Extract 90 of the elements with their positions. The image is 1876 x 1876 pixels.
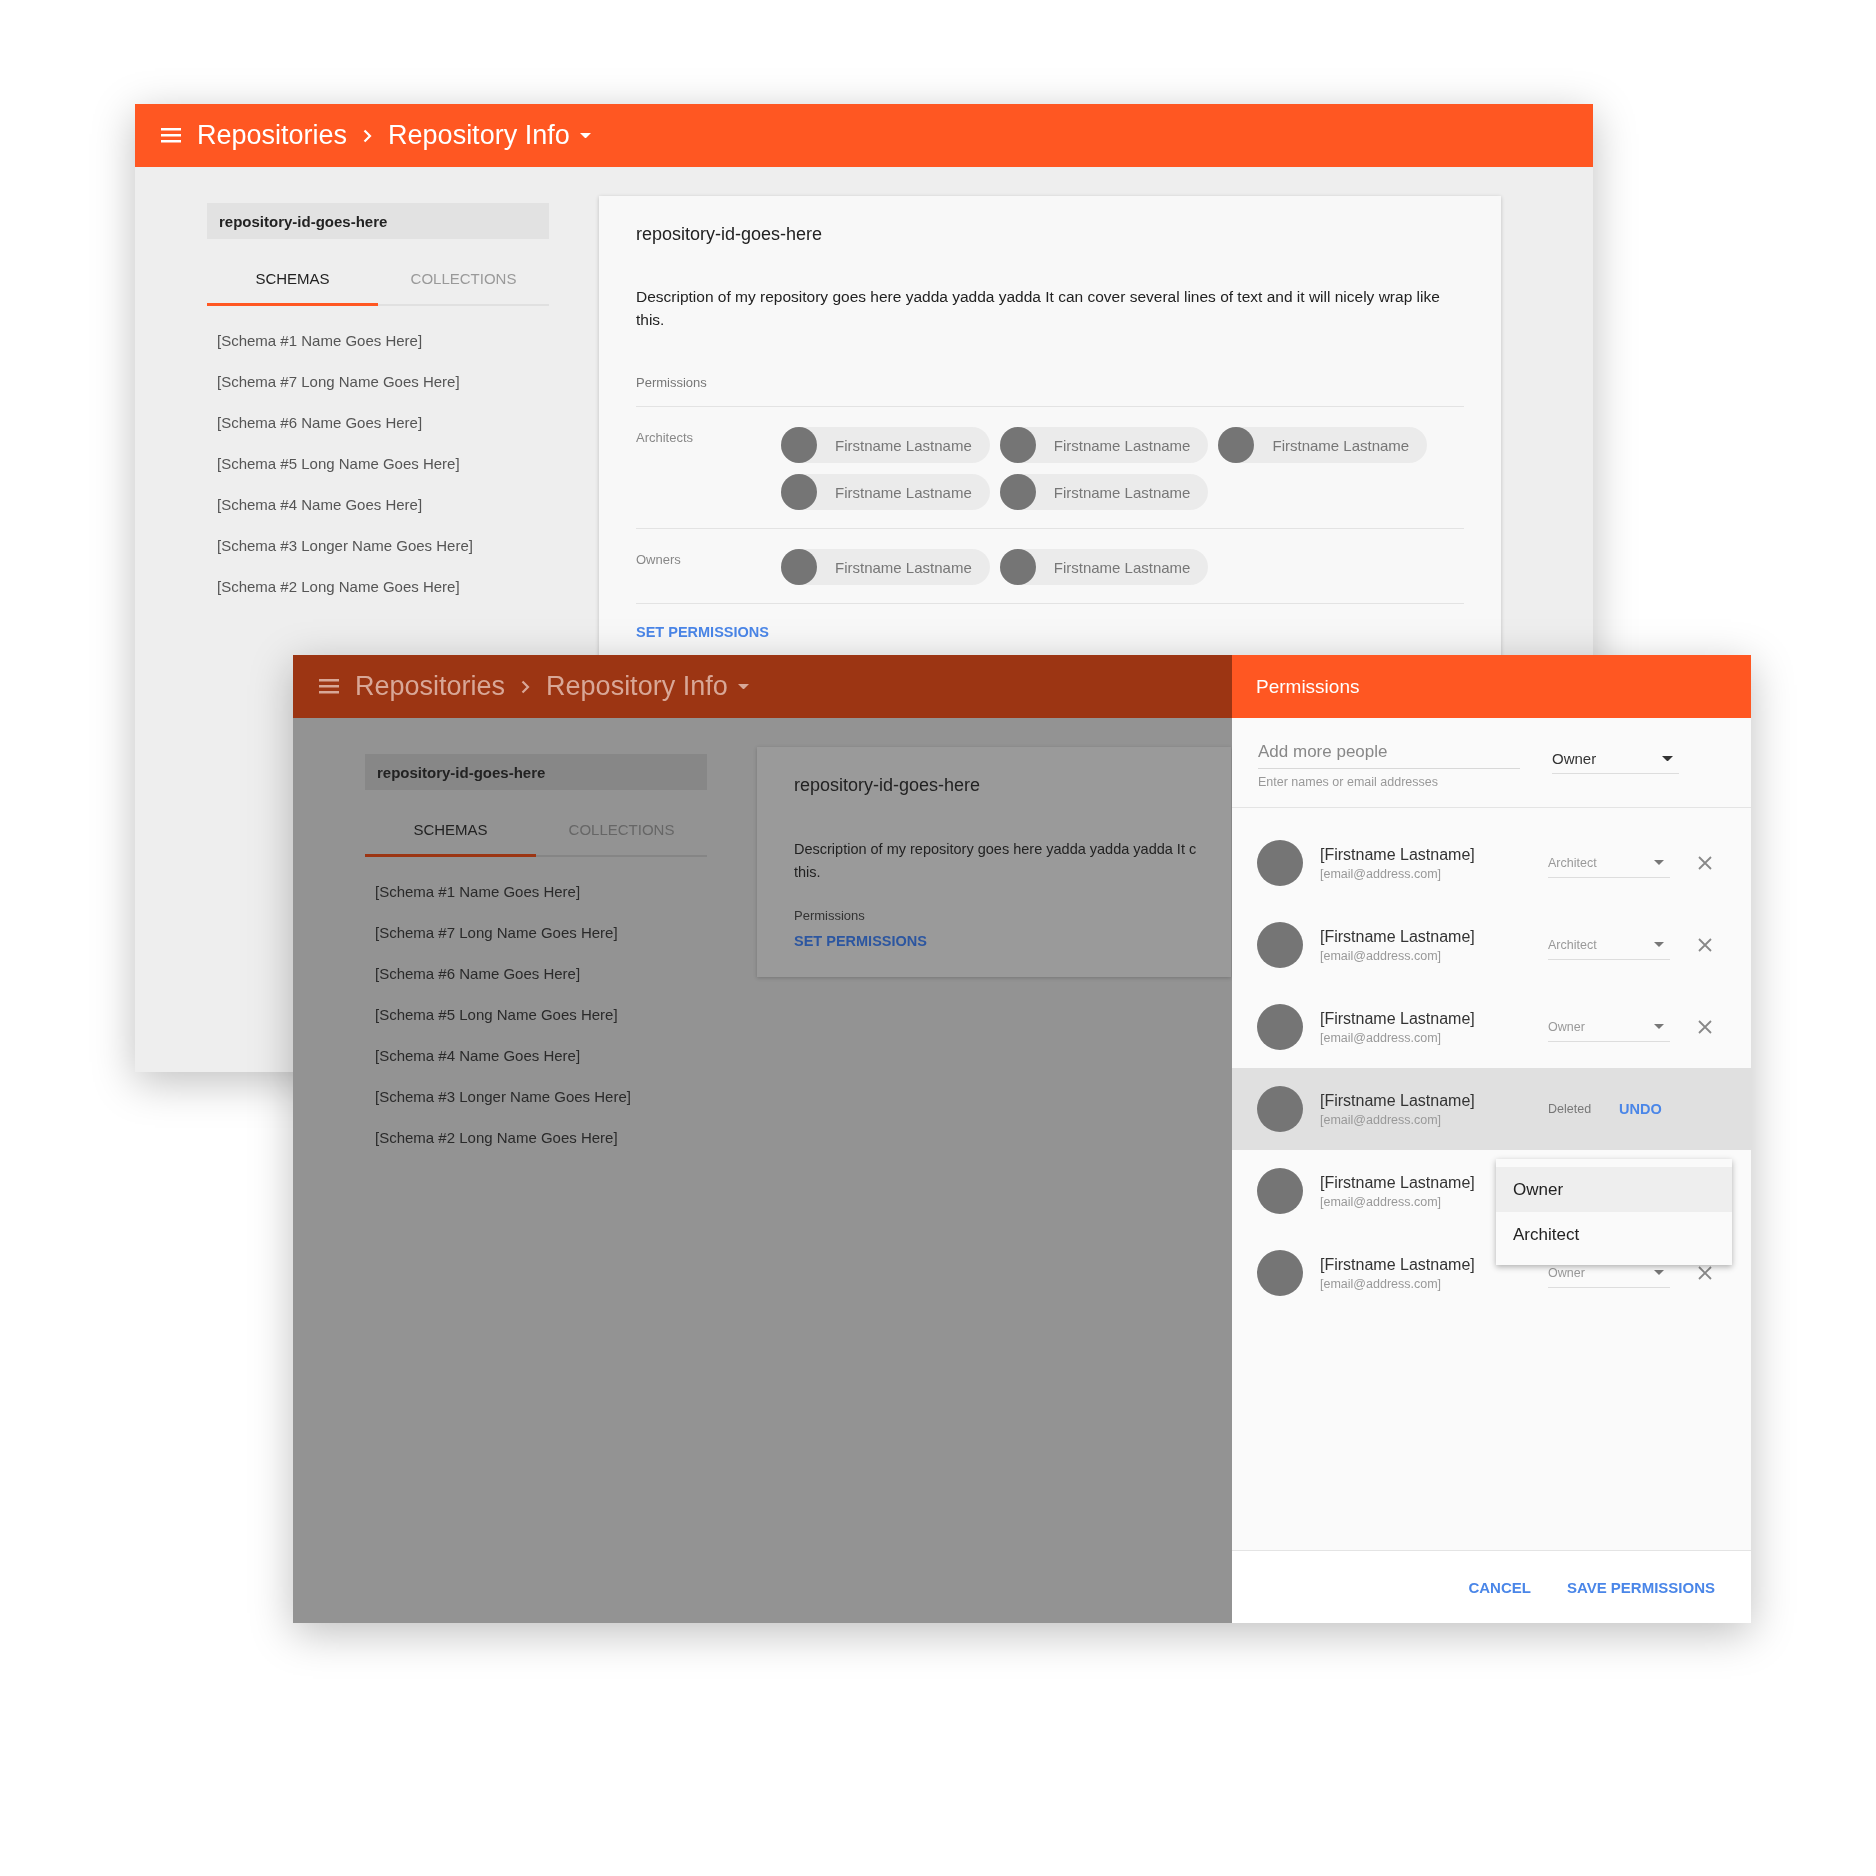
cancel-button[interactable]: CANCEL xyxy=(1464,1574,1535,1600)
role-select[interactable]: Owner xyxy=(1548,1258,1670,1288)
person-chip[interactable]: Firstname Lastname xyxy=(781,474,990,510)
person-chip[interactable]: Firstname Lastname xyxy=(999,427,1209,463)
repository-id-field[interactable]: repository-id-goes-here xyxy=(207,203,549,239)
avatar xyxy=(1257,922,1303,968)
avatar xyxy=(781,474,817,510)
schema-item[interactable]: [Schema #5 Long Name Goes Here] xyxy=(375,994,707,1035)
avatar xyxy=(1218,427,1255,463)
schema-item[interactable]: [Schema #7 Long Name Goes Here] xyxy=(217,361,549,402)
caret-icon xyxy=(1662,755,1673,762)
person-chip[interactable]: Firstname Lastname xyxy=(781,549,990,585)
tab[interactable]: SCHEMAS xyxy=(365,804,536,857)
avatar xyxy=(999,474,1036,510)
person-email: [email@address.com] xyxy=(1320,866,1442,881)
chevron-right-icon xyxy=(363,128,373,143)
schema-item[interactable]: [Schema #6 Name Goes Here] xyxy=(375,953,707,994)
person-email: [email@address.com] xyxy=(1320,1276,1442,1291)
avatar xyxy=(999,549,1036,585)
avatar xyxy=(781,427,817,463)
menu-icon[interactable] xyxy=(161,128,181,143)
menu-item[interactable]: Owner xyxy=(1496,1167,1732,1212)
person-name: [Firstname Lastname] xyxy=(1320,927,1475,946)
description-line: this. xyxy=(794,863,822,882)
role-select[interactable]: Architect xyxy=(1548,848,1670,878)
close-icon[interactable] xyxy=(1698,1266,1712,1280)
person-chip[interactable]: Firstname Lastname xyxy=(999,474,1209,510)
deleted-label: Deleted xyxy=(1548,1102,1592,1116)
person-name: [Firstname Lastname] xyxy=(1320,845,1475,864)
set-permissions-link[interactable]: SET PERMISSIONS xyxy=(794,933,927,949)
schema-item[interactable]: [Schema #5 Long Name Goes Here] xyxy=(217,443,549,484)
schema-item[interactable]: [Schema #4 Name Goes Here] xyxy=(217,484,549,525)
schema-item[interactable]: [Schema #7 Long Name Goes Here] xyxy=(375,912,707,953)
schema-item[interactable]: [Schema #4 Name Goes Here] xyxy=(375,1035,707,1076)
schema-item[interactable]: [Schema #6 Name Goes Here] xyxy=(217,402,549,443)
section-label: Permissions xyxy=(636,375,708,390)
close-icon[interactable] xyxy=(1698,938,1712,952)
set-permissions-link[interactable]: SET PERMISSIONS xyxy=(636,624,769,640)
person-email: [email@address.com] xyxy=(1320,1194,1442,1209)
breadcrumb-link[interactable]: Repositories xyxy=(197,120,348,151)
person-chip[interactable]: Firstname Lastname xyxy=(1218,427,1428,463)
description-line: Description of my repository goes here yadda yadda yadda It c xyxy=(794,840,1198,859)
caret-icon xyxy=(579,132,591,139)
person-name: [Firstname Lastname] xyxy=(1320,1009,1475,1028)
drawer-title: Permissions xyxy=(1232,655,1751,718)
section-label: Permissions xyxy=(794,908,866,923)
avatar xyxy=(781,549,817,585)
person-name: [Firstname Lastname] xyxy=(1320,1173,1475,1192)
schema-item[interactable]: [Schema #1 Name Goes Here] xyxy=(375,871,707,912)
card-title: repository-id-goes-here xyxy=(636,224,824,245)
page-title[interactable]: Repository Info xyxy=(388,120,570,151)
schema-item[interactable]: [Schema #3 Longer Name Goes Here] xyxy=(375,1076,707,1117)
role-select[interactable]: Architect xyxy=(1548,930,1670,960)
avatar xyxy=(999,427,1036,463)
avatar xyxy=(1257,1250,1303,1296)
person-name: [Firstname Lastname] xyxy=(1320,1091,1475,1110)
undo-link[interactable]: UNDO xyxy=(1619,1101,1662,1117)
schema-item[interactable]: [Schema #2 Long Name Goes Here] xyxy=(217,566,549,607)
group-label: Owners xyxy=(636,551,682,569)
person-email: [email@address.com] xyxy=(1320,1112,1442,1127)
schema-item[interactable]: [Schema #3 Longer Name Goes Here] xyxy=(217,525,549,566)
caret-icon xyxy=(1654,1024,1664,1029)
close-icon[interactable] xyxy=(1698,856,1712,870)
description: Description of my repository goes here yadda yadda yadda It can cover several lines of text and it will nicely wrap like this. xyxy=(636,287,1441,330)
card-title: repository-id-goes-here xyxy=(794,775,982,796)
tab[interactable]: SCHEMAS xyxy=(207,253,378,306)
avatar xyxy=(1257,1086,1303,1132)
caret-icon xyxy=(1654,860,1664,865)
add-people-field[interactable]: Add more people xyxy=(1258,740,1520,769)
group-label: Architects xyxy=(636,429,695,447)
person-name: [Firstname Lastname] xyxy=(1320,1255,1475,1274)
save-button[interactable]: SAVE PERMISSIONS xyxy=(1562,1574,1719,1600)
person-chip[interactable]: Firstname Lastname xyxy=(781,427,990,463)
helper-text: Enter names or email addresses xyxy=(1258,775,1439,789)
caret-icon xyxy=(1654,1270,1664,1275)
tab[interactable]: COLLECTIONS xyxy=(378,253,549,306)
person-chip[interactable]: Firstname Lastname xyxy=(999,549,1209,585)
close-icon[interactable] xyxy=(1698,1020,1712,1034)
person-email: [email@address.com] xyxy=(1320,1030,1442,1045)
repository-id-field[interactable]: repository-id-goes-here xyxy=(365,754,707,790)
role-select[interactable]: Owner xyxy=(1548,1012,1670,1042)
menu-item[interactable]: Architect xyxy=(1496,1212,1732,1257)
schema-item[interactable]: [Schema #2 Long Name Goes Here] xyxy=(375,1117,707,1158)
role-select[interactable]: Owner xyxy=(1552,744,1679,774)
schema-item[interactable]: [Schema #1 Name Goes Here] xyxy=(217,320,549,361)
avatar xyxy=(1257,1168,1303,1214)
avatar xyxy=(1257,840,1303,886)
avatar xyxy=(1257,1004,1303,1050)
caret-icon xyxy=(1654,942,1664,947)
person-email: [email@address.com] xyxy=(1320,948,1442,963)
